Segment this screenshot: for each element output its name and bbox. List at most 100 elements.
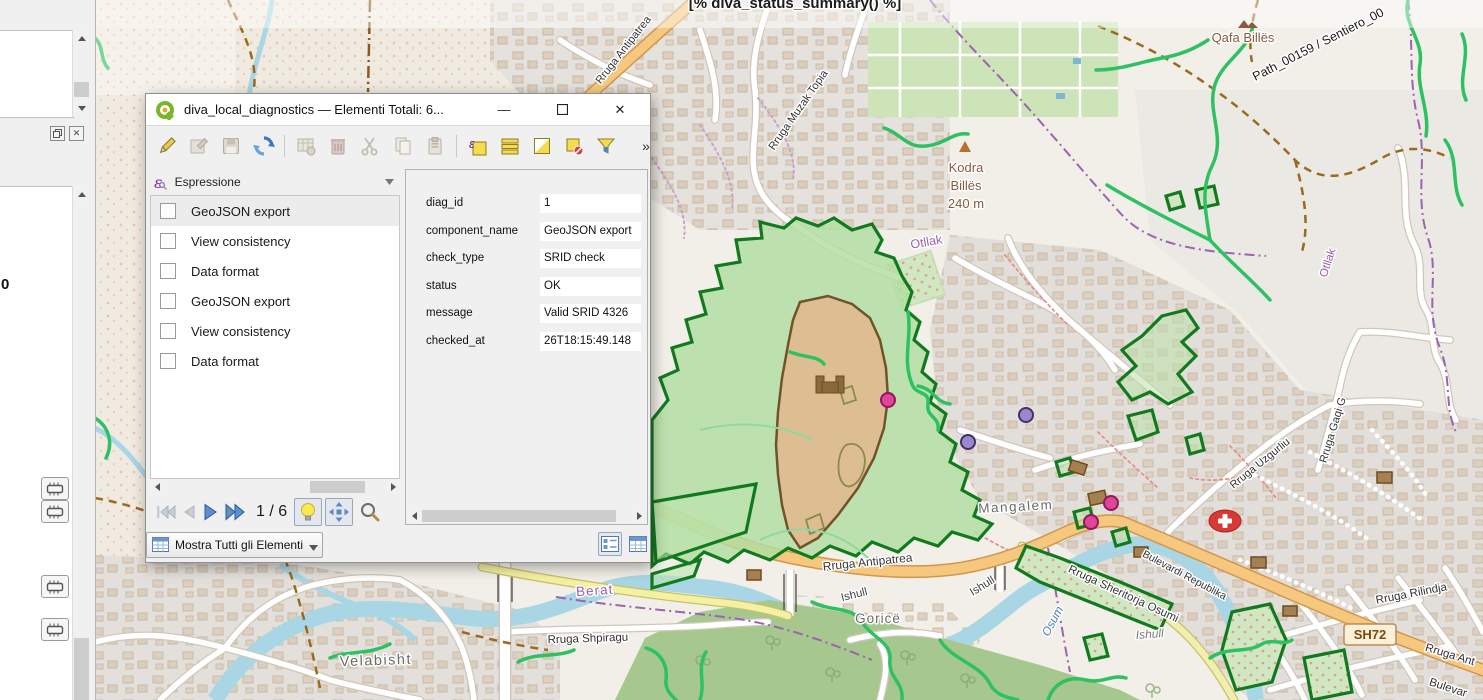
feature-label: Data format <box>191 354 259 369</box>
feature-list[interactable]: GeoJSON exportView consistencyData forma… <box>150 195 400 479</box>
save-edits-button[interactable] <box>220 134 243 158</box>
map-label-berat: Berat <box>576 582 614 600</box>
pan-arrows-icon <box>329 502 349 522</box>
dock-bottom-scrollbar[interactable] <box>72 186 90 700</box>
form-hscrollbar[interactable] <box>407 509 646 523</box>
feature-filter-dropdown[interactable]: Mostra Tutti gli Elementi <box>146 532 323 558</box>
pink-point-marker <box>1104 496 1118 510</box>
toggle-editing-button[interactable] <box>155 134 178 158</box>
svg-text:ε: ε <box>469 136 475 151</box>
next-feature-button[interactable] <box>202 503 218 521</box>
feature-list-item[interactable]: Data format <box>151 346 399 376</box>
scroll-down-icon[interactable] <box>73 100 90 116</box>
pan-to-feature-button[interactable] <box>325 498 353 526</box>
select-all-button[interactable] <box>498 134 521 158</box>
field-label: diag_id <box>426 197 463 209</box>
field-value-input[interactable]: 26T18:15:49.148 <box>540 332 641 351</box>
highlight-feature-button[interactable] <box>294 498 322 526</box>
feature-list-item[interactable]: GeoJSON export <box>151 286 399 316</box>
table-icon <box>152 537 169 552</box>
feature-list-hscrollbar[interactable] <box>150 480 400 494</box>
map-label-ishull-east: Ishull <box>1135 626 1164 642</box>
field-label: checked_at <box>426 335 485 347</box>
first-feature-button[interactable] <box>156 504 176 520</box>
field-widget-button[interactable] <box>41 575 69 598</box>
table-view-icon <box>629 536 647 552</box>
scroll-right-icon[interactable] <box>632 509 646 523</box>
copy-button[interactable] <box>391 134 414 158</box>
dock-top-scrollbar[interactable] <box>72 30 90 116</box>
feature-label: GeoJSON export <box>191 204 290 219</box>
scroll-left-icon[interactable] <box>407 509 421 523</box>
magnifier-icon <box>360 502 380 522</box>
last-feature-button[interactable] <box>224 503 248 521</box>
field-widget-button[interactable] <box>41 618 69 641</box>
map-label-status-summary: [% diva_status_summary() %] <box>689 0 902 12</box>
invert-selection-button[interactable] <box>530 134 553 158</box>
field-value-input[interactable]: OK <box>540 277 641 296</box>
panel-float-button[interactable] <box>50 126 65 141</box>
feature-list-item[interactable]: View consistency <box>151 226 399 256</box>
minimize-button[interactable]: — <box>482 94 526 125</box>
map-label-qafa-billes: Qafa Billës <box>1212 30 1275 45</box>
left-dock-panel: ✕ 0 <box>0 0 96 700</box>
feature-checkbox[interactable] <box>160 353 176 369</box>
feature-list-item[interactable]: GeoJSON export <box>151 196 399 226</box>
paste-button[interactable] <box>423 134 446 158</box>
add-feature-button[interactable] <box>294 134 317 158</box>
road-badge-sh72: SH72 <box>1344 624 1396 645</box>
map-label-kodra-line3: 240 m <box>948 196 984 211</box>
feature-list-item[interactable]: View consistency <box>151 316 399 346</box>
feature-checkbox[interactable] <box>160 293 176 309</box>
legend-count-label: 0 <box>1 276 9 293</box>
toolbar-overflow-button[interactable]: » <box>642 138 650 154</box>
field-label: status <box>426 280 457 292</box>
field-value-input[interactable]: Valid SRID 4326 <box>540 304 641 323</box>
scroll-left-icon[interactable] <box>150 480 164 494</box>
scroll-right-icon[interactable] <box>386 480 400 494</box>
dialog-title: diva_local_diagnostics — Elementi Totali… <box>184 102 444 117</box>
field-label: message <box>426 307 473 319</box>
multi-edit-button[interactable] <box>187 134 210 158</box>
form-field-row: check_typeSRID check <box>406 249 647 269</box>
field-widget-button[interactable] <box>41 500 69 523</box>
form-view-toggle[interactable] <box>598 532 622 556</box>
panel-close-button[interactable]: ✕ <box>69 126 84 141</box>
form-field-row: component_nameGeoJSON export <box>406 222 647 242</box>
reload-button[interactable] <box>252 134 275 158</box>
previous-feature-button[interactable] <box>182 504 196 520</box>
table-view-toggle[interactable] <box>626 532 650 556</box>
maximize-button[interactable] <box>540 94 584 125</box>
cut-button[interactable] <box>359 134 382 158</box>
expression-filter-row[interactable]: ε Espressione <box>150 170 400 194</box>
feature-list-item[interactable]: Data format <box>151 256 399 286</box>
zoom-to-feature-button[interactable] <box>357 499 383 525</box>
dialog-titlebar[interactable]: diva_local_diagnostics — Elementi Totali… <box>146 94 650 126</box>
deselect-all-button[interactable] <box>563 134 586 158</box>
bottom-bar: Mostra Tutti gli Elementi <box>146 531 323 558</box>
field-value-input[interactable]: SRID check <box>540 249 641 268</box>
scroll-up-icon[interactable] <box>73 186 90 202</box>
field-widget-button[interactable] <box>41 477 69 500</box>
magnifier-mini-icon <box>159 182 167 190</box>
select-by-expression-button[interactable]: ε <box>466 134 489 158</box>
attribute-table-dialog: diva_local_diagnostics — Elementi Totali… <box>145 93 651 563</box>
feature-label: View consistency <box>191 234 290 249</box>
map-label-kodra-line2: Billës <box>950 178 982 193</box>
dock-list-top <box>0 30 74 118</box>
feature-checkbox[interactable] <box>160 323 176 339</box>
attribute-form: diag_id 1 component_nameGeoJSON export chec… <box>405 169 648 525</box>
pink-point-marker <box>881 393 895 407</box>
filter-button[interactable] <box>595 134 618 158</box>
chevron-down-icon[interactable] <box>385 179 394 185</box>
scroll-up-icon[interactable] <box>73 30 90 46</box>
feature-checkbox[interactable] <box>160 233 176 249</box>
form-field-row: status OK <box>406 277 647 297</box>
feature-checkbox[interactable] <box>160 263 176 279</box>
field-value-input[interactable]: 1 <box>540 194 641 213</box>
toolbar-separator <box>456 135 457 157</box>
delete-selected-button[interactable] <box>326 134 349 158</box>
close-button[interactable]: ✕ <box>598 94 642 125</box>
field-value-input[interactable]: GeoJSON export <box>540 222 641 241</box>
feature-checkbox[interactable] <box>160 203 176 219</box>
